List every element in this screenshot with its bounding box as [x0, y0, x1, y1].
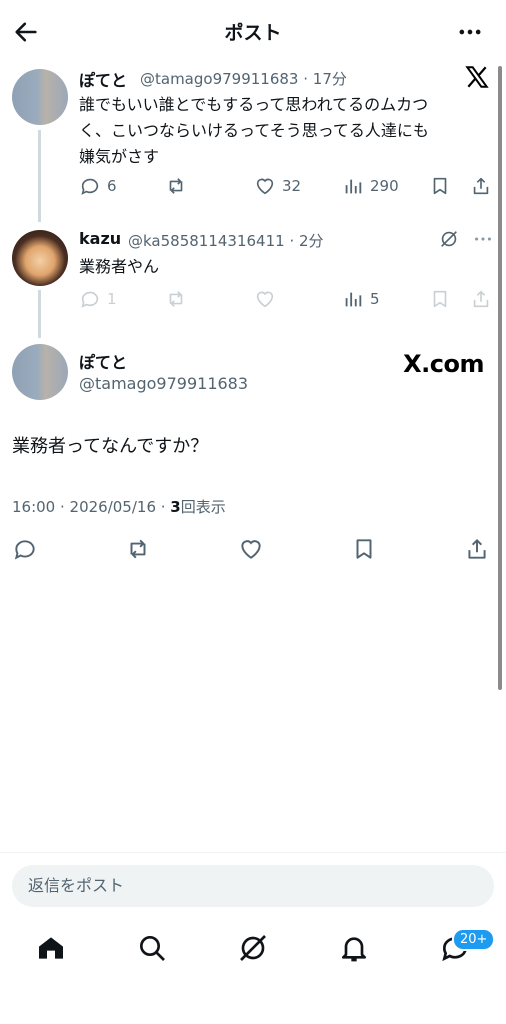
avatar[interactable]	[12, 230, 68, 286]
reply-button[interactable]: 6	[79, 175, 117, 197]
avatar[interactable]	[12, 344, 68, 400]
xcom-watermark: X.com	[403, 350, 484, 378]
heart-icon	[256, 291, 274, 308]
reply-count: 6	[107, 177, 117, 195]
heart-icon	[241, 540, 261, 559]
reply-input[interactable]: 返信をポスト	[12, 865, 494, 907]
view-count: 5	[370, 290, 380, 308]
views-button[interactable]: 290	[342, 175, 399, 197]
reply-icon	[81, 178, 99, 195]
divider	[0, 852, 506, 853]
author-name[interactable]: ぽてと	[79, 349, 127, 373]
more-icon[interactable]	[472, 228, 494, 250]
views-icon	[345, 292, 362, 307]
home-icon[interactable]	[35, 932, 67, 964]
views-button[interactable]: 5	[342, 288, 380, 310]
repost-button[interactable]	[165, 288, 187, 310]
author-name[interactable]: kazu	[79, 229, 121, 248]
bookmark-icon	[433, 290, 447, 308]
repost-button[interactable]	[125, 536, 151, 562]
reply-button[interactable]	[12, 536, 38, 562]
author-handle: @tamago979911683	[79, 374, 249, 393]
views-icon	[345, 179, 362, 194]
share-icon	[473, 177, 489, 195]
view-count: 290	[370, 177, 399, 195]
grok-icon[interactable]	[237, 932, 269, 964]
bookmark-button[interactable]	[429, 175, 451, 197]
like-count: 32	[282, 177, 302, 195]
search-icon[interactable]	[136, 932, 168, 964]
view-count: 3	[170, 498, 181, 516]
notification-badge: 20+	[452, 928, 496, 951]
tweet-text: 業務者ってなんですか？	[12, 436, 209, 457]
bottom-tab-bar	[0, 920, 506, 980]
share-button[interactable]	[470, 288, 492, 310]
thread-line	[38, 130, 41, 222]
share-icon	[468, 539, 486, 559]
share-button[interactable]	[470, 175, 492, 197]
share-button[interactable]	[464, 536, 490, 562]
tweet-text-line: 誰でもいい誰とでもするって思われてるのムカつ	[79, 95, 429, 114]
bell-icon[interactable]	[338, 932, 370, 964]
repost-button[interactable]	[165, 175, 187, 197]
like-button[interactable]	[238, 536, 264, 562]
top-bar: ポスト	[0, 0, 506, 62]
avatar[interactable]	[12, 69, 68, 125]
like-button[interactable]: 32	[254, 175, 301, 197]
scrollbar[interactable]	[498, 66, 502, 690]
repost-icon	[169, 291, 183, 307]
reply-button[interactable]: 1	[79, 288, 117, 310]
tweet-text-line: く、こいつならいけるってそう思ってる人達にも	[79, 121, 429, 140]
tweet-text-line: 嫌気がさす	[79, 147, 160, 166]
tweet-datetime: 16:00 · 2026/05/16 ·	[12, 498, 171, 516]
tweet-meta: 16:00 · 2026/05/16 · 3回表示	[12, 496, 226, 517]
bookmark-button[interactable]	[429, 288, 451, 310]
repost-icon	[130, 539, 146, 559]
x-logo-icon	[465, 66, 489, 88]
bookmark-button[interactable]	[351, 536, 377, 562]
author-handle-time: @tamago979911683 · 17分	[140, 70, 347, 88]
tweet-text: 業務者やん	[79, 257, 160, 276]
like-button[interactable]	[254, 288, 276, 310]
bookmark-icon	[356, 539, 372, 559]
author-name[interactable]: ぽてと	[79, 67, 127, 91]
share-icon	[473, 290, 489, 308]
more-icon[interactable]	[456, 18, 484, 46]
repost-icon	[169, 178, 183, 194]
heart-icon	[256, 178, 274, 195]
thread-line	[38, 290, 41, 338]
grok-icon[interactable]	[438, 228, 460, 250]
view-label: 回表示	[180, 498, 226, 516]
bookmark-icon	[433, 177, 447, 195]
reply-icon	[81, 291, 99, 308]
author-handle-time: @ka5858114316411 · 2分	[128, 232, 324, 250]
reply-count: 1	[107, 290, 117, 308]
page-title: ポスト	[224, 22, 282, 44]
reply-icon	[14, 540, 35, 560]
